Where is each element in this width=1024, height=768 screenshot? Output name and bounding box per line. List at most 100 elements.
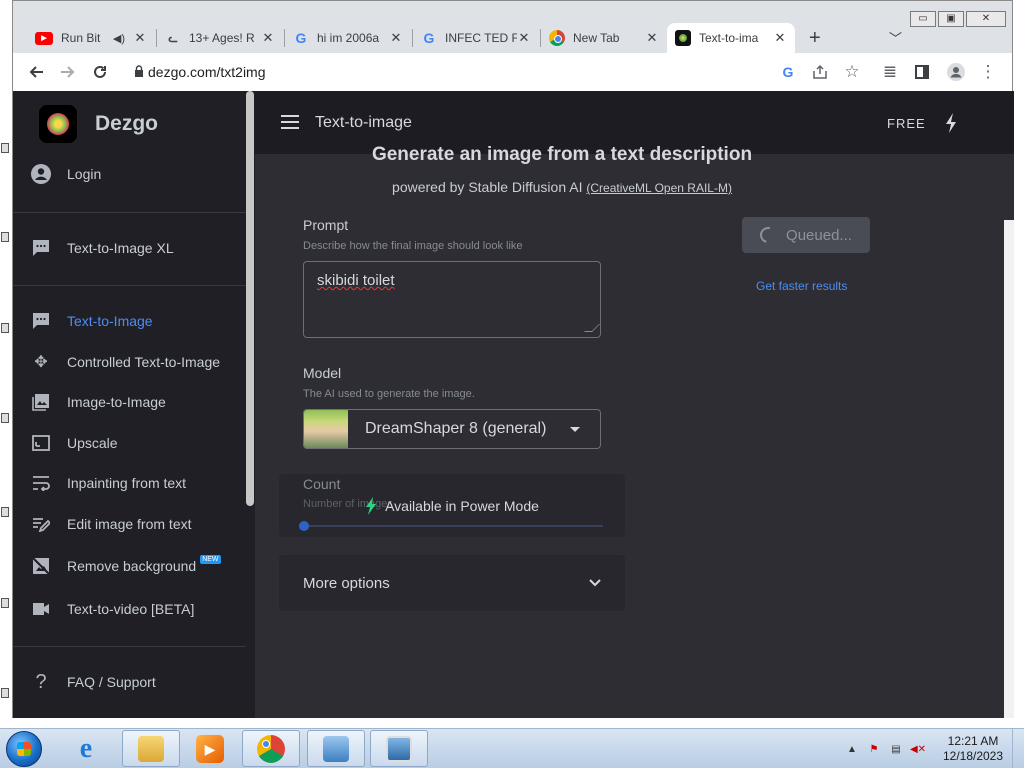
sidebar-item-text-to-video[interactable]: Text-to-video [BETA] <box>31 592 246 626</box>
page-heading: Generate an image from a text descriptio… <box>371 144 753 165</box>
brand-name[interactable]: Dezgo <box>95 112 158 136</box>
subtitle-text: powered by Stable Diffusion AI <box>392 179 583 195</box>
google-icon[interactable]: G <box>777 61 799 83</box>
divider <box>13 212 246 213</box>
sidebar-item-text-to-image[interactable]: Text-to-Image <box>31 304 246 338</box>
address-bar[interactable]: dezgo.com/txt2img <box>148 64 266 80</box>
desktop-icon[interactable] <box>1 688 9 698</box>
power-mode-overlay[interactable]: Available in Power Mode <box>279 474 625 537</box>
tab-infected[interactable]: G INFEC TED F ✕ <box>413 23 539 53</box>
page-title: Text-to-image <box>315 114 412 131</box>
photo-viewer-icon <box>386 735 412 762</box>
tab-title: 13+ Ages! R <box>189 31 255 45</box>
hamburger-menu-icon[interactable] <box>281 115 299 129</box>
close-icon[interactable]: ✕ <box>773 30 787 46</box>
tab-title: New Tab <box>573 31 620 45</box>
sidebar-item-image-to-image[interactable]: Image-to-Image <box>31 385 246 419</box>
share-icon[interactable] <box>809 61 831 83</box>
start-button[interactable] <box>6 731 42 767</box>
reload-icon[interactable] <box>89 61 111 83</box>
bookmark-star-icon[interactable]: ☆ <box>841 61 863 83</box>
edit-note-icon <box>31 514 51 534</box>
more-options-expander[interactable]: More options <box>279 555 625 611</box>
sidebar-item-controlled-text-to-image[interactable]: ✥ Controlled Text-to-Image <box>31 345 246 379</box>
lock-icon[interactable] <box>134 65 144 77</box>
internet-explorer-icon[interactable]: e <box>70 733 102 765</box>
sidebar-item-remove-background[interactable]: Remove background NEW <box>31 549 246 583</box>
chevron-down-icon[interactable]: ﹀ <box>889 28 902 47</box>
sidebar-item-label: Upscale <box>67 435 118 451</box>
show-hidden-icons-icon[interactable]: ▲ <box>845 742 859 756</box>
video-camera-icon <box>31 599 51 619</box>
sidebar-item-faq[interactable]: ? FAQ / Support <box>31 665 246 699</box>
desktop-icon[interactable] <box>1 143 9 153</box>
show-desktop-button[interactable] <box>1012 729 1024 768</box>
tab-hi-im[interactable]: G hi im 2006a ✕ <box>285 23 411 53</box>
sidebar-item-inpainting[interactable]: Inpainting from text <box>31 466 246 500</box>
close-icon[interactable]: ✕ <box>389 30 403 46</box>
desktop-icon[interactable] <box>1 323 9 333</box>
side-panel-icon[interactable] <box>911 61 933 83</box>
tab-ages[interactable]: ᓚ 13+ Ages! R ✕ <box>157 23 283 53</box>
close-icon[interactable]: ✕ <box>133 30 147 46</box>
license-link[interactable]: (CreativeML Open RAIL-M) <box>586 181 732 195</box>
more-options-label: More options <box>303 574 390 592</box>
desktop-edge <box>0 0 12 728</box>
sidebar-item-label: Edit image from text <box>67 516 192 532</box>
taskbar-photo-viewer-button[interactable] <box>370 730 428 767</box>
new-tab-button[interactable]: + <box>809 27 821 50</box>
media-queue-icon[interactable]: ≣ <box>879 61 901 83</box>
taskbar-control-panel-button[interactable] <box>307 730 365 767</box>
sidebar-item-label: FAQ / Support <box>67 674 156 690</box>
plan-label[interactable]: FREE <box>887 116 926 131</box>
more-vert-icon[interactable]: ⋮ <box>977 61 999 83</box>
prompt-label: Prompt <box>303 217 349 233</box>
close-icon[interactable]: ✕ <box>645 30 659 46</box>
model-select[interactable]: DreamShaper 8 (general) <box>303 409 601 449</box>
prompt-textarea[interactable]: skibidi toilet <box>303 261 601 338</box>
hide-image-icon <box>31 556 51 576</box>
forward-arrow-icon[interactable] <box>57 61 79 83</box>
speaker-icon[interactable]: ◀) <box>113 32 125 45</box>
caret-down-icon <box>570 426 580 432</box>
queued-button[interactable]: Queued... <box>742 217 870 253</box>
question-mark-icon: ? <box>35 670 47 693</box>
taskbar-clock[interactable]: 12:21 AM 12/18/2023 <box>938 734 1008 764</box>
close-icon[interactable]: ✕ <box>261 30 275 46</box>
network-icon[interactable]: ▤ <box>889 742 903 756</box>
desktop-icon[interactable] <box>1 507 9 517</box>
taskbar-explorer-button[interactable] <box>122 730 180 767</box>
desktop-icon[interactable] <box>1 598 9 608</box>
queued-label: Queued... <box>786 226 852 244</box>
lightning-bolt-icon <box>366 496 377 515</box>
desktop-icon[interactable] <box>1 413 9 423</box>
tab-new-tab[interactable]: New Tab ✕ <box>541 23 667 53</box>
profile-avatar-icon[interactable] <box>945 61 967 83</box>
browser-toolbar: dezgo.com/txt2img G ☆ ≣ ⋮ <box>13 53 1012 91</box>
faster-results-link[interactable]: Get faster results <box>756 279 847 293</box>
back-arrow-icon[interactable] <box>25 61 47 83</box>
dezgo-logo[interactable] <box>39 105 77 143</box>
sidebar-item-login[interactable]: Login <box>31 157 246 191</box>
media-player-icon[interactable]: ▶ <box>196 735 224 763</box>
upscale-icon <box>31 433 51 453</box>
sidebar-scrollbar[interactable] <box>246 91 254 506</box>
chevron-down-icon <box>589 579 601 587</box>
volume-muted-icon[interactable]: ◀✕ <box>910 742 926 756</box>
minimize-button[interactable]: ▭ <box>910 11 936 27</box>
close-icon[interactable]: ✕ <box>517 30 531 46</box>
sidebar-item-edit-image[interactable]: Edit image from text <box>31 507 246 541</box>
tab-youtube[interactable]: ▶ Run Bit ◀) ✕ <box>27 23 155 53</box>
maximize-button[interactable]: ▣ <box>938 11 964 27</box>
taskbar-chrome-button[interactable] <box>242 730 300 767</box>
tab-text-to-image[interactable]: Text-to-ima ✕ <box>667 23 795 53</box>
close-window-button[interactable]: ✕ <box>966 11 1006 27</box>
chat-icon <box>31 238 51 258</box>
desktop-icon[interactable] <box>1 232 9 242</box>
lightning-bolt-icon[interactable] <box>944 113 958 133</box>
action-center-icon[interactable]: ⚑ <box>867 742 881 756</box>
page-content: Dezgo Login Text-to-Image XL Text-to-Ima… <box>13 91 1014 718</box>
sidebar-item-upscale[interactable]: Upscale <box>31 426 246 460</box>
sidebar-item-text-to-image-xl[interactable]: Text-to-Image XL <box>31 231 246 265</box>
main-scrollbar[interactable] <box>1004 220 1014 718</box>
